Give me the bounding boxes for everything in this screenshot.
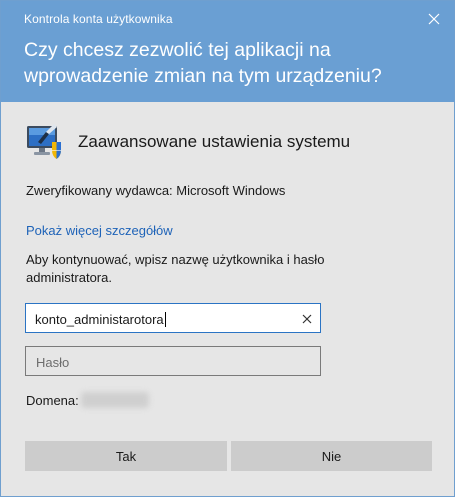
instructions-text: Aby kontynuować, wpisz nazwę użytkownika… xyxy=(26,252,325,285)
password-placeholder: Hasło xyxy=(36,355,70,370)
close-icon xyxy=(428,13,440,25)
dialog-question: Czy chcesz zezwolić tej aplikacji na wpr… xyxy=(24,39,382,87)
dialog-header: Kontrola konta użytkownika Czy chcesz ze… xyxy=(1,1,454,102)
domain-value-redacted xyxy=(80,392,149,408)
clear-icon[interactable] xyxy=(300,312,314,326)
app-info: Zaawansowane ustawienia systemu xyxy=(24,122,350,162)
username-value-wrap: konto_administarotora xyxy=(35,312,166,327)
text-caret xyxy=(164,312,166,327)
domain-row: Domena: xyxy=(26,392,149,408)
verified-publisher: Zweryfikowany wydawca: Microsoft Windows xyxy=(26,183,286,198)
no-button[interactable]: Nie xyxy=(231,441,432,471)
show-more-details-link[interactable]: Pokaż więcej szczegółów xyxy=(26,223,173,238)
uac-dialog: Kontrola konta użytkownika Czy chcesz ze… xyxy=(0,0,455,497)
username-field[interactable]: konto_administarotora xyxy=(25,303,321,333)
password-field[interactable]: Hasło xyxy=(25,346,321,376)
app-name: Zaawansowane ustawienia systemu xyxy=(78,132,351,151)
system-settings-monitor-icon xyxy=(27,124,61,159)
close-button[interactable] xyxy=(419,6,449,32)
window-title: Kontrola konta użytkownika xyxy=(24,12,173,26)
username-value: konto_administarotora xyxy=(35,312,164,327)
yes-button[interactable]: Tak xyxy=(25,441,227,471)
domain-label: Domena: xyxy=(26,392,79,408)
